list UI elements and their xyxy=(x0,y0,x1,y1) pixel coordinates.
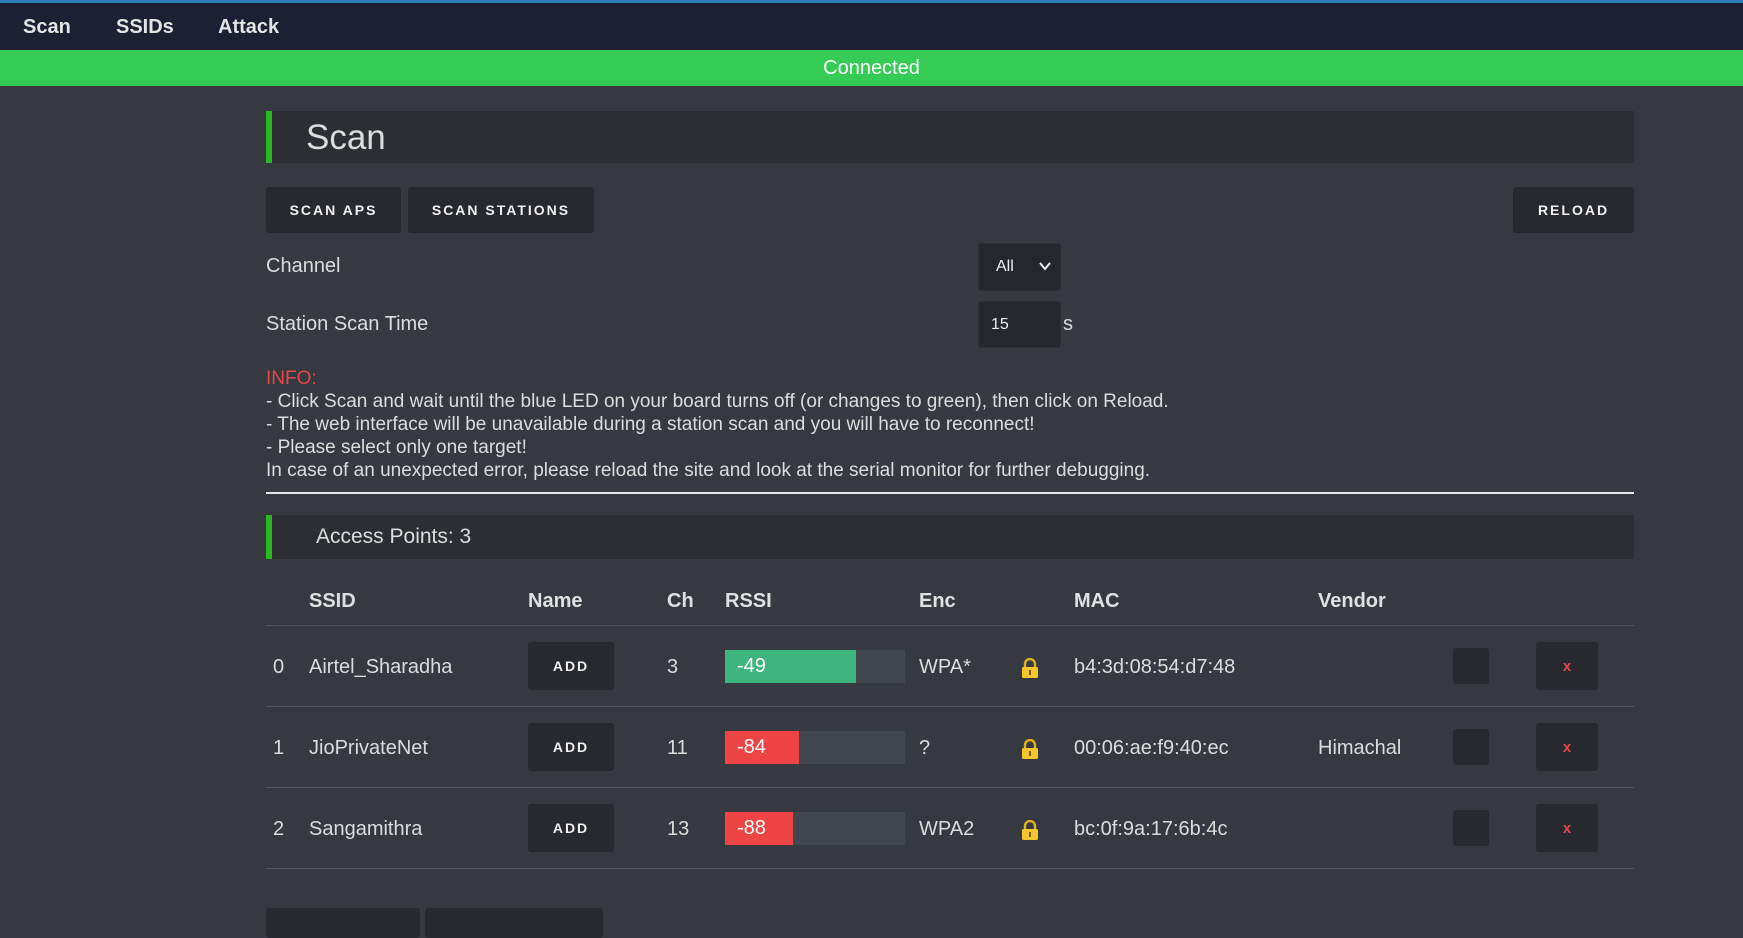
remove-button[interactable]: x xyxy=(1536,723,1598,771)
ssid-cell: Sangamithra xyxy=(309,818,423,840)
remove-button[interactable]: x xyxy=(1536,804,1598,852)
chevron-down-icon xyxy=(1039,262,1051,271)
reload-button[interactable]: RELOAD xyxy=(1513,187,1634,233)
row-index: 1 xyxy=(273,737,285,759)
channel-label: Channel xyxy=(266,255,341,277)
rssi-bar: -84 xyxy=(725,731,905,764)
mac-cell: bc:0f:9a:17:6b:4c xyxy=(1074,818,1228,840)
row-index: 0 xyxy=(273,656,285,678)
divider xyxy=(266,492,1634,494)
channel-select[interactable]: All xyxy=(978,243,1061,291)
add-button[interactable]: ADD xyxy=(528,642,614,690)
info-line: - The web interface will be unavailable … xyxy=(266,414,1035,435)
encryption-cell: WPA2 xyxy=(919,818,975,840)
channel-select-value: All xyxy=(996,258,1014,275)
rssi-value: -88 xyxy=(737,817,766,839)
encryption-cell: WPA* xyxy=(919,656,971,678)
access-points-header: Access Points: 3 xyxy=(266,515,1634,559)
top-navigation: Scan SSIDs Attack xyxy=(0,3,1743,50)
page-title: Scan xyxy=(306,118,386,157)
table-divider xyxy=(266,706,1634,707)
column-header-vendor: Vendor xyxy=(1318,590,1386,612)
info-line: In case of an unexpected error, please r… xyxy=(266,460,1151,481)
info-line: - Click Scan and wait until the blue LED… xyxy=(266,391,1169,412)
lock-icon xyxy=(1022,820,1038,840)
rssi-value: -49 xyxy=(737,655,766,677)
row-index: 2 xyxy=(273,818,285,840)
station-scan-time-unit: s xyxy=(1063,313,1073,335)
bottom-button[interactable] xyxy=(266,908,420,938)
table-divider xyxy=(266,625,1634,626)
select-checkbox[interactable] xyxy=(1453,648,1489,684)
encryption-cell: ? xyxy=(919,737,931,759)
nav-attack[interactable]: Attack xyxy=(218,16,279,39)
info-line: - Please select only one target! xyxy=(266,437,527,458)
channel-cell: 3 xyxy=(667,656,679,678)
add-button[interactable]: ADD xyxy=(528,804,614,852)
add-button[interactable]: ADD xyxy=(528,723,614,771)
ssid-cell: Airtel_Sharadha xyxy=(309,656,453,678)
table-divider xyxy=(266,868,1634,869)
bottom-button[interactable] xyxy=(425,908,603,938)
rssi-bar: -88 xyxy=(725,812,905,845)
access-points-title: Access Points: 3 xyxy=(316,525,472,548)
mac-cell: 00:06:ae:f9:40:ec xyxy=(1074,737,1229,759)
column-header-name: Name xyxy=(528,590,583,612)
info-box: INFO: - Click Scan and wait until the bl… xyxy=(266,367,1169,482)
table-divider xyxy=(266,787,1634,788)
select-checkbox[interactable] xyxy=(1453,810,1489,846)
page-title-box: Scan xyxy=(266,111,1634,163)
column-header-mac: MAC xyxy=(1074,590,1120,612)
remove-button[interactable]: x xyxy=(1536,642,1598,690)
column-header-ssid: SSID xyxy=(309,590,356,612)
lock-icon xyxy=(1022,739,1038,759)
lock-icon xyxy=(1022,658,1038,678)
column-header-ch: Ch xyxy=(667,590,694,612)
info-heading: INFO: xyxy=(266,368,317,389)
vendor-cell: Himachal xyxy=(1318,737,1402,759)
channel-cell: 13 xyxy=(667,818,690,840)
rssi-bar: -49 xyxy=(725,650,905,683)
nav-scan[interactable]: Scan xyxy=(23,16,71,39)
channel-cell: 11 xyxy=(667,737,688,759)
mac-cell: b4:3d:08:54:d7:48 xyxy=(1074,656,1236,678)
station-scan-time-input[interactable]: 15 xyxy=(978,301,1061,348)
column-header-enc: Enc xyxy=(919,590,956,612)
ssid-cell: JioPrivateNet xyxy=(309,737,428,759)
nav-ssids[interactable]: SSIDs xyxy=(116,16,174,39)
rssi-value: -84 xyxy=(737,736,766,758)
scan-aps-button[interactable]: SCAN APS xyxy=(266,187,401,233)
station-scan-time-label: Station Scan Time xyxy=(266,313,429,335)
scan-stations-button[interactable]: SCAN STATIONS xyxy=(408,187,594,233)
connection-status-bar: Connected xyxy=(0,50,1743,86)
select-checkbox[interactable] xyxy=(1453,729,1489,765)
column-header-rssi: RSSI xyxy=(725,590,772,612)
